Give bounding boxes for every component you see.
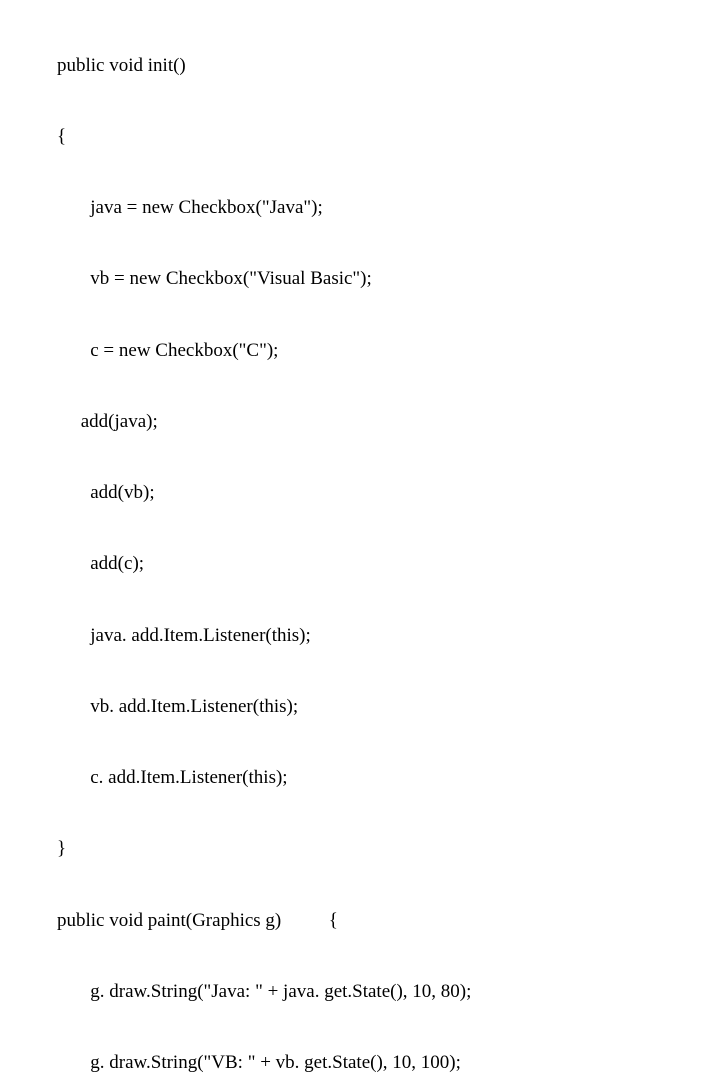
code-line: vb = new Checkbox("Visual Basic"); [0,267,720,291]
code-line: public void init() [0,54,720,78]
code-line: java. add.Item.Listener(this); [0,624,720,648]
code-line: c = new Checkbox("C"); [0,339,720,363]
code-line: c. add.Item.Listener(this); [0,766,720,790]
code-line: g. draw.String("VB: " + vb. get.State(),… [0,1051,720,1075]
code-line: add(java); [0,410,720,434]
code-line: add(vb); [0,481,720,505]
code-line: vb. add.Item.Listener(this); [0,695,720,719]
code-line: { [0,125,720,149]
code-line: java = new Checkbox("Java"); [0,196,720,220]
code-line: add(c); [0,552,720,576]
code-line: } [0,837,720,861]
code-block: public void init() { java = new Checkbox… [0,0,720,1080]
code-line: g. draw.String("Java: " + java. get.Stat… [0,980,720,1004]
code-line: public void paint(Graphics g) { [0,909,720,933]
